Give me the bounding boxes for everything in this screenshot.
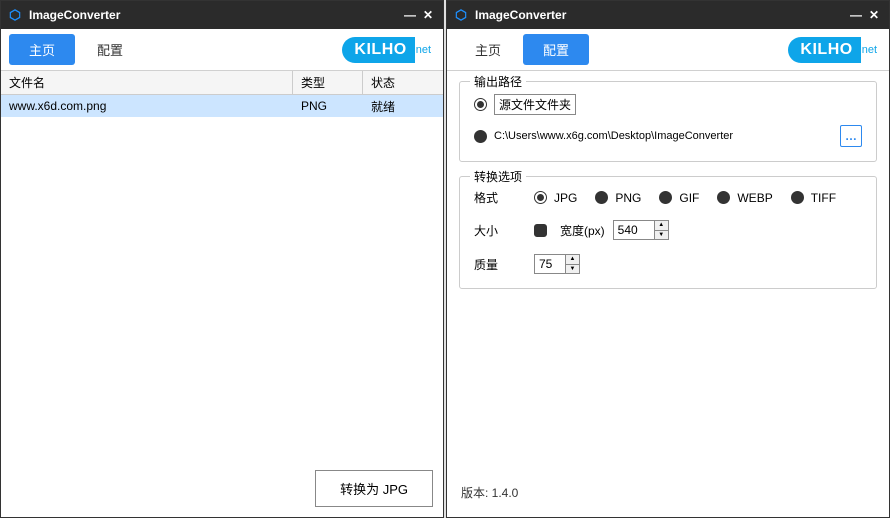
browse-button[interactable]: …: [840, 125, 862, 147]
cell-name: www.x6d.com.png: [1, 95, 293, 117]
custom-path-text: C:\Users\www.x6g.com\Desktop\ImageConver…: [494, 130, 733, 142]
logo-suffix: net: [415, 44, 435, 56]
tab-home[interactable]: 主页: [9, 34, 75, 65]
window-title: ImageConverter: [475, 8, 566, 22]
cell-type: PNG: [293, 95, 363, 117]
radio-source-folder[interactable]: [474, 98, 487, 111]
brand-logo: KILHO net: [788, 37, 881, 63]
col-status-header[interactable]: 状态: [363, 71, 443, 94]
config-panel: 输出路径 源文件文件夹 C:\Users\www.x6g.com\Desktop…: [447, 71, 889, 517]
logo-suffix: net: [861, 44, 881, 56]
close-button[interactable]: ✕: [865, 6, 883, 24]
titlebar: ImageConverter — ✕: [447, 1, 889, 29]
quality-up-icon[interactable]: ▲: [566, 255, 579, 265]
col-type-header[interactable]: 类型: [293, 71, 363, 94]
minimize-button[interactable]: —: [401, 6, 419, 24]
titlebar: ImageConverter — ✕: [1, 1, 443, 29]
output-path-legend: 输出路径: [470, 73, 526, 90]
width-label: 宽度(px): [560, 222, 605, 239]
tab-config[interactable]: 配置: [77, 34, 143, 65]
convert-options-group: 转换选项 格式 JPG PNG GIF WEBP TIFF 大小 宽度(px) …: [459, 176, 877, 289]
window-title: ImageConverter: [29, 8, 120, 22]
app-icon: [453, 7, 469, 23]
right-window: ImageConverter — ✕ 主页 配置 KILHO net 输出路径 …: [446, 0, 890, 518]
tab-home[interactable]: 主页: [455, 34, 521, 65]
format-options: JPG PNG GIF WEBP TIFF: [534, 191, 836, 205]
col-name-header[interactable]: 文件名: [1, 71, 293, 94]
table-header: 文件名 类型 状态: [1, 71, 443, 95]
brand-logo: KILHO net: [342, 37, 435, 63]
size-enable-checkbox[interactable]: [534, 224, 547, 237]
width-spinner[interactable]: ▲▼: [613, 220, 669, 240]
close-button[interactable]: ✕: [419, 6, 437, 24]
width-input[interactable]: [614, 221, 654, 239]
quality-label: 质量: [474, 256, 534, 273]
format-webp[interactable]: WEBP: [717, 191, 772, 205]
format-tiff[interactable]: TIFF: [791, 191, 836, 205]
source-folder-label: 源文件文件夹: [494, 94, 576, 115]
format-gif[interactable]: GIF: [659, 191, 699, 205]
convert-options-legend: 转换选项: [470, 168, 526, 185]
app-icon: [7, 7, 23, 23]
format-label: 格式: [474, 189, 534, 206]
size-label: 大小: [474, 222, 534, 239]
minimize-button[interactable]: —: [847, 6, 865, 24]
logo-text: KILHO: [342, 37, 414, 63]
footer: 转换为 JPG: [1, 460, 443, 517]
convert-button[interactable]: 转换为 JPG: [315, 470, 433, 507]
logo-text: KILHO: [788, 37, 860, 63]
radio-custom-folder[interactable]: [474, 130, 487, 143]
quality-down-icon[interactable]: ▼: [566, 265, 579, 274]
width-up-icon[interactable]: ▲: [655, 221, 668, 231]
version-text: 版本: 1.4.0: [461, 484, 518, 501]
cell-status: 就绪: [363, 95, 443, 117]
format-jpg[interactable]: JPG: [534, 191, 577, 205]
quality-spinner[interactable]: ▲▼: [534, 254, 580, 274]
table-row[interactable]: www.x6d.com.png PNG 就绪: [1, 95, 443, 117]
output-path-group: 输出路径 源文件文件夹 C:\Users\www.x6g.com\Desktop…: [459, 81, 877, 162]
tab-config[interactable]: 配置: [523, 34, 589, 65]
file-list-panel: 文件名 类型 状态 www.x6d.com.png PNG 就绪: [1, 71, 443, 460]
format-png[interactable]: PNG: [595, 191, 641, 205]
quality-input[interactable]: [535, 255, 565, 273]
width-down-icon[interactable]: ▼: [655, 231, 668, 240]
toolbar: 主页 配置 KILHO net: [1, 29, 443, 71]
toolbar: 主页 配置 KILHO net: [447, 29, 889, 71]
left-window: ImageConverter — ✕ 主页 配置 KILHO net 文件名 类…: [0, 0, 444, 518]
